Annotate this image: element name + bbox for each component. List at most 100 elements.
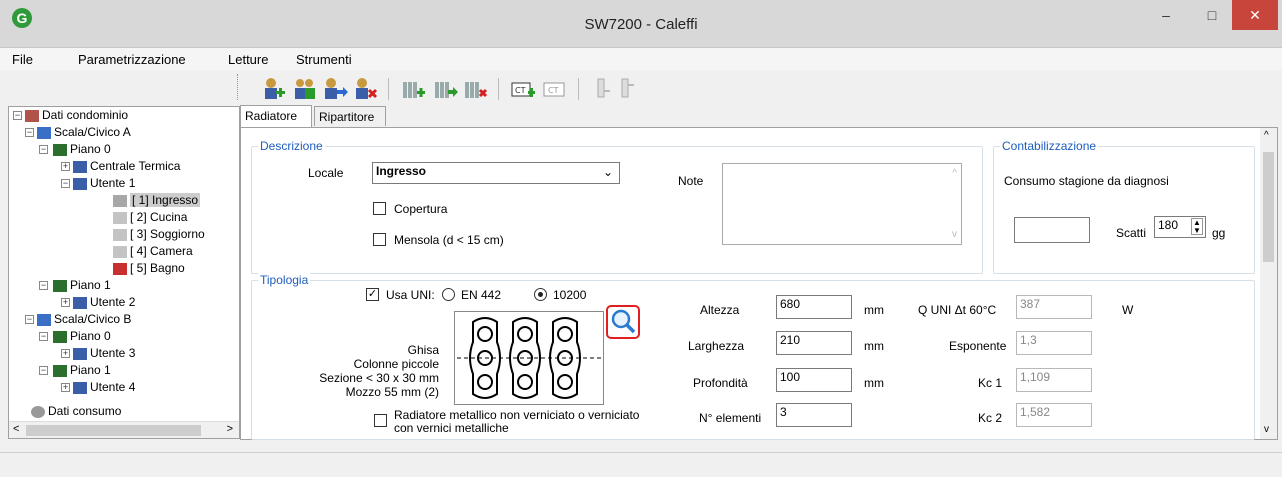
spinner-arrows-icon[interactable]: ▲ ▼ <box>1191 218 1203 235</box>
larghezza-unit: mm <box>864 339 884 353</box>
expand-expander[interactable]: + <box>61 383 70 392</box>
tree-node-ingresso[interactable]: [ 1] Ingresso <box>113 192 201 208</box>
altezza-label: Altezza <box>700 303 740 317</box>
radiator-icon <box>113 228 127 241</box>
tree-node-piano-1-b[interactable]: Piano 1 <box>53 362 111 378</box>
larghezza-input[interactable]: 210 <box>776 331 852 355</box>
tree-node-utente-3[interactable]: Utente 3 <box>73 345 135 361</box>
scroll-thumb[interactable] <box>26 425 201 436</box>
collapse-expander[interactable]: − <box>25 315 34 324</box>
tree-node-soggiorno[interactable]: [ 3] Soggiorno <box>113 226 205 242</box>
tree-node-utente-2[interactable]: Utente 2 <box>73 294 135 310</box>
toolbar-separator <box>578 78 579 100</box>
scroll-up-icon[interactable]: ^ <box>952 168 957 179</box>
building-tree[interactable]: − Dati condominio − Scala/Civico A − Pia… <box>8 106 240 439</box>
radiator-icon <box>113 194 127 207</box>
gg-spinner[interactable]: 180 ▲ ▼ <box>1154 216 1206 238</box>
move-user-icon[interactable] <box>322 76 348 102</box>
expand-expander[interactable]: + <box>61 162 70 171</box>
radiatore-panel: Descrizione Locale Ingresso ⌄ Copertura M… <box>240 127 1278 440</box>
collapse-expander[interactable]: − <box>61 179 70 188</box>
tree-node-utente-1[interactable]: Utente 1 <box>73 175 135 191</box>
floor-icon <box>53 330 67 343</box>
building-icon <box>25 109 39 122</box>
collapse-expander[interactable]: − <box>25 128 34 137</box>
tree-node-centrale-termica[interactable]: Centrale Termica <box>73 158 180 174</box>
close-button[interactable]: ✕ <box>1232 0 1278 30</box>
collapse-expander[interactable]: − <box>13 111 22 120</box>
quni-label: Q UNI Δt 60°C <box>918 303 997 317</box>
metallico-checkbox[interactable] <box>374 414 387 427</box>
add-radiator-icon[interactable] <box>400 76 426 102</box>
search-radiator-button[interactable] <box>606 305 640 339</box>
copertura-checkbox[interactable] <box>373 202 386 215</box>
locale-select[interactable]: Ingresso ⌄ <box>372 162 620 184</box>
tree-node-scala-a[interactable]: Scala/Civico A <box>37 124 131 140</box>
add-meter-icon[interactable]: CT <box>510 76 536 102</box>
en442-radio[interactable] <box>442 288 455 301</box>
collapse-expander[interactable]: − <box>39 332 48 341</box>
scroll-down-icon[interactable]: v <box>1264 424 1269 435</box>
menu-letture[interactable]: Letture <box>228 52 268 67</box>
descrizione-group: Descrizione Locale Ingresso ⌄ Copertura M… <box>251 139 983 274</box>
esponente-label: Esponente <box>949 339 1007 353</box>
expand-expander[interactable]: + <box>61 349 70 358</box>
tree-node-dati-condominio[interactable]: Dati condominio <box>25 107 128 123</box>
scroll-down-icon[interactable]: v <box>952 229 957 240</box>
note-label: Note <box>678 174 704 188</box>
altezza-input[interactable]: 680 <box>776 295 852 319</box>
add-valve-icon[interactable] <box>590 76 616 102</box>
move-radiator-icon[interactable] <box>432 76 458 102</box>
menu-strumenti[interactable]: Strumenti <box>296 52 352 67</box>
scroll-up-icon[interactable]: ^ <box>1264 130 1269 141</box>
tree-node-piano-0-b[interactable]: Piano 0 <box>53 328 111 344</box>
collapse-expander[interactable]: − <box>39 366 48 375</box>
usa-uni-checkbox[interactable]: ✓ <box>366 288 379 301</box>
chevron-down-icon[interactable]: ⌄ <box>603 165 613 179</box>
elementi-input[interactable]: 3 <box>776 403 852 427</box>
tab-radiatore[interactable]: Radiatore <box>240 105 312 127</box>
users-group-icon[interactable] <box>292 76 318 102</box>
minimize-button[interactable]: – <box>1144 0 1188 30</box>
delete-radiator-icon[interactable] <box>462 76 488 102</box>
floor-icon <box>53 279 67 292</box>
tree-node-piano-0-a[interactable]: Piano 0 <box>53 141 111 157</box>
collapse-expander[interactable]: − <box>39 145 48 154</box>
delete-user-icon[interactable] <box>352 76 378 102</box>
menu-file[interactable]: File <box>12 52 33 67</box>
usa-uni-label: Usa UNI: <box>386 288 435 302</box>
collapse-expander[interactable]: − <box>39 281 48 290</box>
radiator-section: Sezione < 30 x 30 mm <box>319 371 439 385</box>
scroll-left-icon[interactable]: < <box>13 423 19 435</box>
menu-parametrizzazione[interactable]: Parametrizzazione <box>78 52 186 67</box>
valve-icon[interactable] <box>614 76 640 102</box>
scroll-thumb[interactable] <box>1263 152 1274 262</box>
scroll-right-icon[interactable]: > <box>227 423 233 435</box>
metallico-label-1: Radiatore metallico non verniciato o ver… <box>394 408 640 422</box>
tree-node-camera[interactable]: [ 4] Camera <box>113 243 193 259</box>
tab-ripartitore[interactable]: Ripartitore <box>314 106 386 126</box>
expand-expander[interactable]: + <box>61 298 70 307</box>
tree-node-piano-1-a[interactable]: Piano 1 <box>53 277 111 293</box>
gg-unit: gg <box>1212 226 1226 240</box>
mensola-checkbox[interactable] <box>373 233 386 246</box>
uni10200-radio[interactable] <box>534 288 547 301</box>
add-user-icon[interactable] <box>260 76 286 102</box>
note-textarea[interactable]: ^ v <box>722 163 962 245</box>
tree-horizontal-scrollbar[interactable]: < > <box>9 421 239 438</box>
tree-node-bagno[interactable]: [ 5] Bagno <box>113 260 185 276</box>
profondita-input[interactable]: 100 <box>776 368 852 392</box>
contabilizzazione-group: Contabilizzazione Consumo stagione da di… <box>993 139 1255 274</box>
tree-node-utente-4[interactable]: Utente 4 <box>73 379 135 395</box>
tree-node-dati-consumo[interactable]: Dati consumo <box>31 403 121 419</box>
scatti-input[interactable] <box>1014 217 1090 243</box>
tree-node-cucina[interactable]: [ 2] Cucina <box>113 209 187 225</box>
kc1-label: Kc 1 <box>978 376 1003 390</box>
maximize-button[interactable]: □ <box>1190 0 1234 30</box>
panel-vertical-scrollbar[interactable]: ^ v <box>1260 128 1277 439</box>
tree-node-scala-b[interactable]: Scala/Civico B <box>37 311 131 327</box>
meter-icon[interactable]: CT <box>542 76 568 102</box>
radiator-section-diagram <box>457 317 601 399</box>
radiator-columns: Colonne piccole <box>353 357 439 371</box>
toolbar-separator <box>498 78 499 100</box>
